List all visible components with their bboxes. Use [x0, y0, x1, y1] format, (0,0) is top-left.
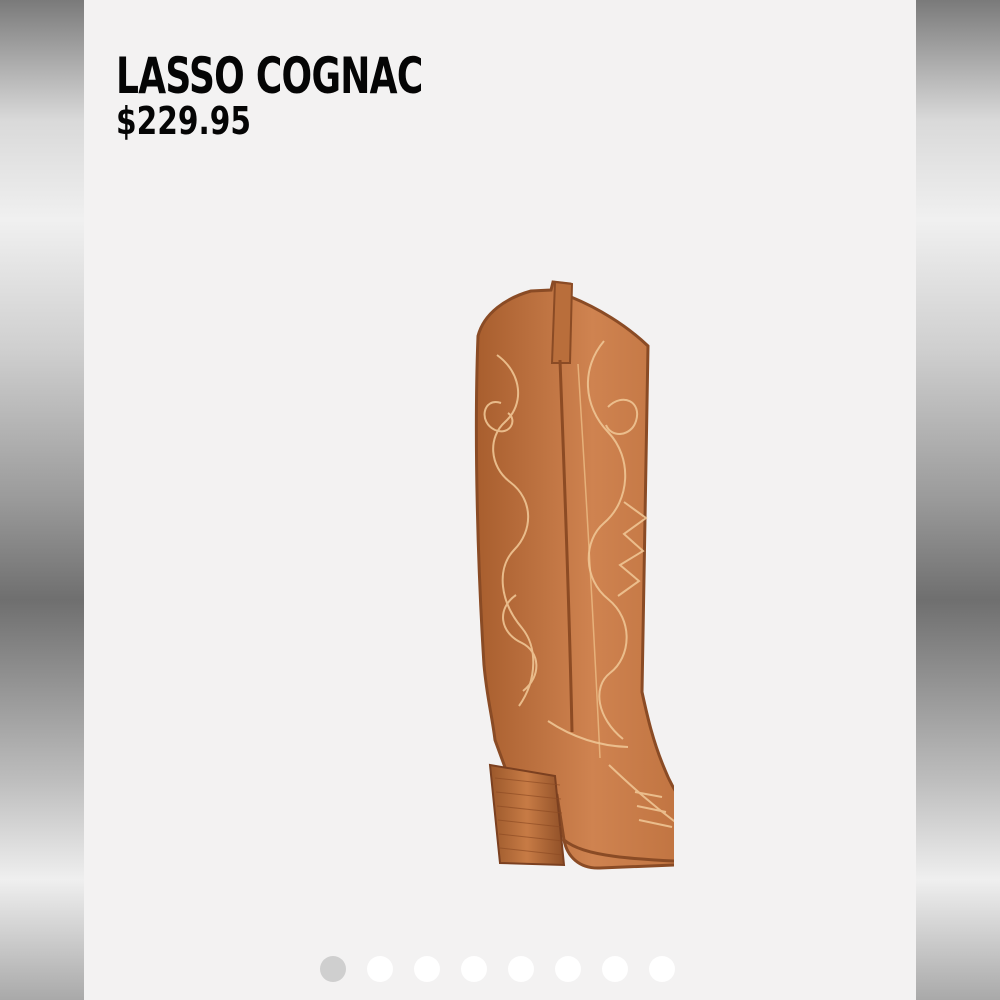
- boot-image: [474, 280, 674, 870]
- product-price: $229.95: [116, 99, 252, 143]
- product-page: LASSO COGNAC $229.95: [84, 0, 916, 1000]
- carousel-dot-1[interactable]: [320, 956, 346, 982]
- carousel-pagination: [320, 956, 675, 982]
- carousel-dot-6[interactable]: [555, 956, 581, 982]
- carousel-dot-8[interactable]: [649, 956, 675, 982]
- screenshot-frame: LASSO COGNAC $229.95: [0, 0, 1000, 1000]
- carousel-dot-2[interactable]: [367, 956, 393, 982]
- carousel-dot-3[interactable]: [414, 956, 440, 982]
- carousel-dot-7[interactable]: [602, 956, 628, 982]
- right-blur-edge: [916, 0, 1000, 1000]
- carousel-dot-4[interactable]: [461, 956, 487, 982]
- left-blur-edge: [0, 0, 84, 1000]
- carousel-dot-5[interactable]: [508, 956, 534, 982]
